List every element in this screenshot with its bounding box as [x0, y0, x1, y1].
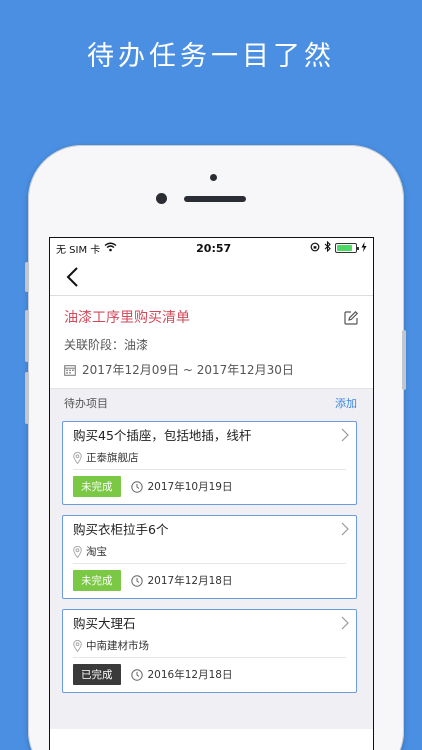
- todo-list-title: 待办项目: [64, 397, 108, 410]
- todo-list: 待办项目 添加 购买45个插座，包括地插，线杆 正泰旗舰店 未完成 2017年1…: [50, 389, 373, 729]
- chevron-right-icon: [341, 616, 349, 630]
- todo-item[interactable]: 购买45个插座，包括地插，线杆 正泰旗舰店 未完成 2017年10月19日: [62, 421, 357, 505]
- battery-icon: [335, 243, 359, 253]
- todo-location: 正泰旗舰店: [86, 452, 139, 464]
- chevron-right-icon: [341, 522, 349, 536]
- todo-footer: 已完成 2016年12月18日: [73, 664, 346, 685]
- todo-location: 淘宝: [86, 546, 107, 558]
- todo-title: 购买45个插座，包括地插，线杆: [73, 428, 252, 443]
- power-button: [402, 330, 406, 390]
- todo-date-row: 2016年12月18日: [130, 667, 233, 682]
- front-camera: [156, 193, 167, 204]
- clock-icon: [130, 480, 143, 493]
- todo-date-row: 2017年12月18日: [130, 573, 233, 588]
- clock-icon: [130, 668, 143, 681]
- status-time: 20:57: [196, 241, 232, 255]
- edit-button[interactable]: [343, 310, 359, 326]
- todo-location-row: 淘宝: [73, 544, 346, 564]
- app-screen: 无 SIM 卡 20:57 油漆工序里购买清单 关联阶段：油漆 2017年12月…: [49, 237, 374, 750]
- edit-icon: [344, 310, 359, 325]
- charging-icon: [361, 241, 367, 255]
- todo-date-row: 2017年10月19日: [130, 479, 233, 494]
- status-badge: 未完成: [73, 476, 121, 497]
- status-badge: 已完成: [73, 664, 121, 685]
- calendar-icon: [64, 364, 76, 376]
- linked-stage: 关联阶段：油漆: [64, 338, 149, 352]
- bluetooth-icon: [324, 240, 331, 255]
- nav-bar: [50, 258, 373, 296]
- status-bar: 无 SIM 卡 20:57: [50, 238, 373, 258]
- todo-title: 购买衣柜拉手6个: [73, 522, 169, 537]
- todo-item[interactable]: 购买衣柜拉手6个 淘宝 未完成 2017年12月18日: [62, 515, 357, 599]
- status-badge: 未完成: [73, 570, 121, 591]
- proximity-sensor: [210, 174, 217, 181]
- location-pin-icon: [73, 545, 82, 558]
- date-range: 2017年12月09日 ~ 2017年12月30日: [82, 363, 294, 377]
- todo-date: 2017年12月18日: [147, 575, 233, 587]
- todo-list-header: 待办项目 添加: [50, 389, 373, 417]
- todo-location-row: 正泰旗舰店: [73, 450, 346, 470]
- todo-location-row: 中南建材市场: [73, 638, 346, 658]
- back-chevron-icon: [66, 267, 78, 287]
- orientation-lock-icon: [310, 242, 320, 255]
- mute-switch: [25, 262, 29, 292]
- todo-footer: 未完成 2017年12月18日: [73, 570, 346, 591]
- todo-date: 2016年12月18日: [147, 669, 233, 681]
- volume-up-button: [25, 310, 29, 362]
- task-header: 油漆工序里购买清单 关联阶段：油漆 2017年12月09日 ~ 2017年12月…: [50, 296, 373, 389]
- todo-location: 中南建材市场: [86, 640, 149, 652]
- location-pin-icon: [73, 451, 82, 464]
- promo-title: 待办任务一目了然: [87, 41, 335, 72]
- todo-footer: 未完成 2017年10月19日: [73, 476, 346, 497]
- todo-item[interactable]: 购买大理石 中南建材市场 已完成 2016年12月18日: [62, 609, 357, 693]
- wifi-icon: [104, 242, 117, 255]
- todo-title: 购买大理石: [73, 616, 136, 631]
- task-title: 油漆工序里购买清单: [64, 310, 190, 326]
- earpiece-speaker: [184, 196, 246, 202]
- location-pin-icon: [73, 639, 82, 652]
- clock-icon: [130, 574, 143, 587]
- back-button[interactable]: [60, 264, 84, 290]
- chevron-right-icon: [341, 428, 349, 442]
- todo-date: 2017年10月19日: [147, 481, 233, 493]
- add-todo-button[interactable]: 添加: [335, 395, 357, 411]
- date-range-row: 2017年12月09日 ~ 2017年12月30日: [64, 361, 359, 378]
- volume-down-button: [25, 372, 29, 424]
- carrier-label: 无 SIM 卡: [56, 244, 101, 256]
